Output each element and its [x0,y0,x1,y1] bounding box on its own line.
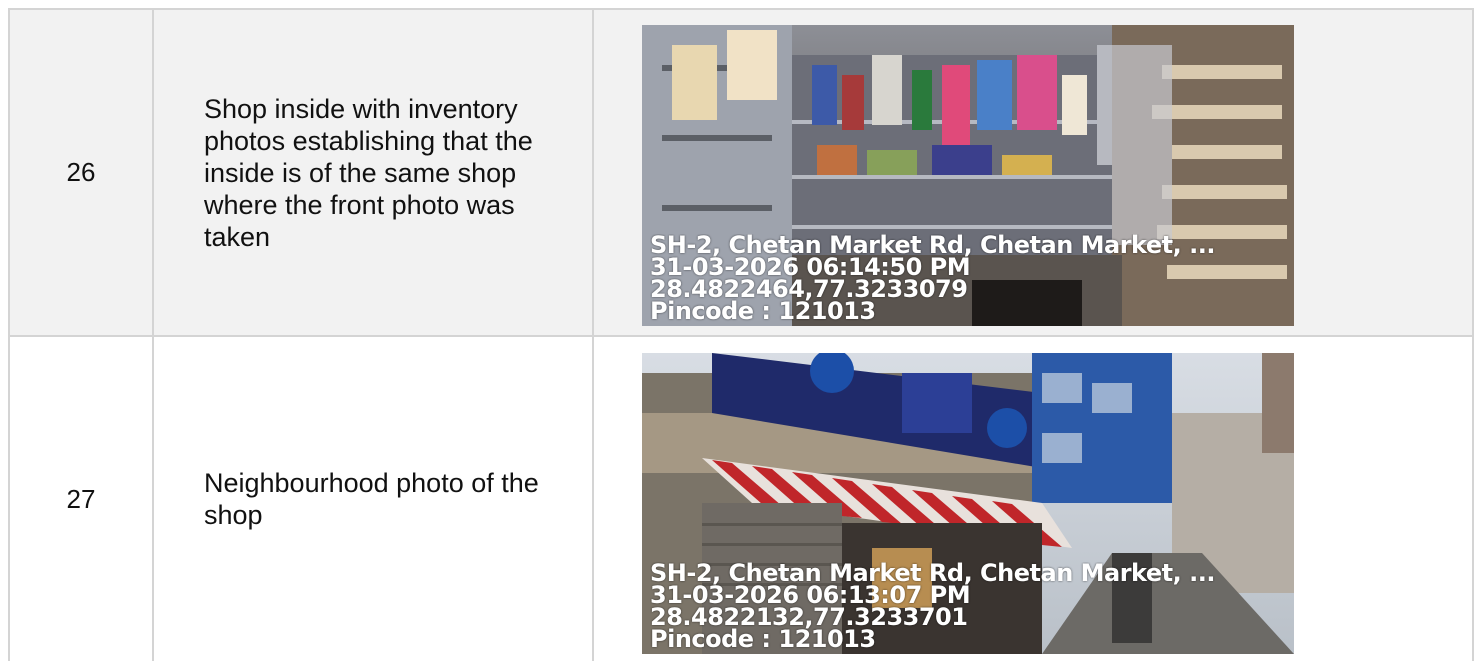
photo-geotag-stamp: SH-2, Chetan Market Rd, Chetan Market, .… [650,234,1288,322]
photo-geotag-stamp: SH-2, Chetan Market Rd, Chetan Market, .… [650,562,1288,650]
row-description: Shop inside with inventory photos establ… [204,93,533,252]
stamp-pincode: Pincode : 121013 [650,297,876,322]
shop-interior-photo: SH-2, Chetan Market Rd, Chetan Market, .… [642,25,1294,326]
evidence-table: 26 Shop inside with inventory photos est… [0,0,1482,661]
stamp-pincode: Pincode : 121013 [650,625,876,650]
neighbourhood-photo: SH-2, Chetan Market Rd, Chetan Market, .… [642,353,1294,654]
row-description: Neighbourhood photo of the shop [204,468,539,530]
row-number: 27 [66,483,96,514]
row-number: 26 [66,157,96,187]
table-column-divider [592,8,594,661]
table-column-divider [152,8,154,661]
table-border-right [1472,8,1474,661]
